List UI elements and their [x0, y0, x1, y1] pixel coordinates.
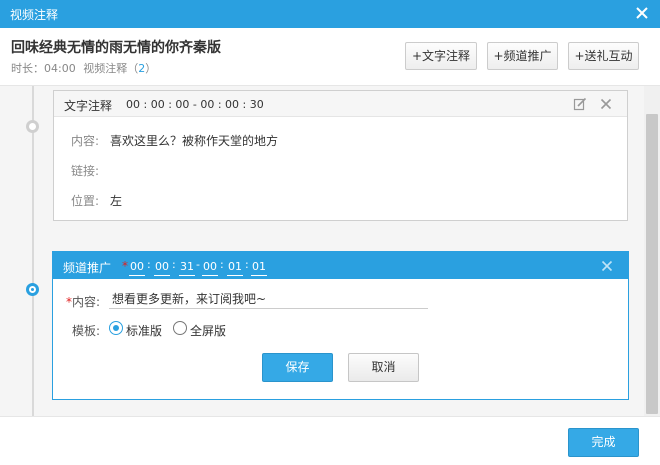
template-label: 模板: [72, 324, 101, 338]
timeline-line [32, 86, 34, 416]
content-label: 内容: [71, 134, 100, 148]
duration-value: 04:00 [44, 62, 76, 75]
duration-label: 时长： [11, 62, 44, 75]
add-gift-interact-button[interactable]: +送礼互动 [568, 42, 639, 70]
end-hour-input[interactable]: 00 [202, 258, 218, 276]
start-minute-input[interactable]: 00 [154, 258, 170, 276]
time-colon: : [172, 258, 176, 271]
link-label: 链接: [71, 164, 100, 178]
annotation-count-close: ） [145, 62, 157, 75]
close-card-icon[interactable] [601, 260, 613, 272]
video-meta: 时长：04:00 视频注释（2） [11, 60, 156, 76]
card-time-range: 00 : 00 : 00 - 00 : 00 : 30 [126, 98, 264, 111]
edit-icon[interactable] [573, 97, 587, 111]
dialog-title: 视频注释 [10, 8, 59, 22]
content-row: 内容: 喜欢这里么？被称作天堂的地方 [71, 132, 278, 149]
start-hour-input[interactable]: 00 [129, 258, 145, 276]
content-value: 喜欢这里么？被称作天堂的地方 [110, 134, 279, 148]
timeline-dot-inactive [26, 120, 39, 133]
channel-promo-card: 频道推广 * 00 : 00 : 31 - 00 : 01 : 01 *内容: … [52, 251, 629, 400]
scrollbar-track[interactable] [644, 86, 660, 416]
annotation-list: 文字注释 00 : 00 : 00 - 00 : 00 : 30 内容: 喜欢这里… [0, 86, 660, 416]
card-header-active: 频道推广 * 00 : 00 : 31 - 00 : 01 : 01 [53, 252, 628, 279]
required-mark: * [122, 259, 128, 273]
time-colon: : [147, 258, 151, 271]
template-standard-label[interactable]: 标准版 [126, 322, 162, 339]
video-title: 回味经典无情的雨无情的你齐秦版 [11, 40, 221, 56]
save-button[interactable]: 保存 [262, 353, 333, 382]
scrollbar-thumb[interactable] [646, 114, 658, 414]
time-dash: - [196, 258, 200, 271]
close-icon[interactable] [634, 5, 650, 21]
link-row: 链接: [71, 162, 110, 179]
start-second-input[interactable]: 31 [179, 258, 195, 276]
time-colon: : [220, 258, 224, 271]
dialog-footer: 完成 [0, 416, 660, 465]
end-second-input[interactable]: 01 [251, 258, 267, 276]
dialog-header: 回味经典无情的雨无情的你齐秦版 时长：04:00 视频注释（2） +文字注释 +… [0, 28, 660, 86]
cancel-button[interactable]: 取消 [348, 353, 419, 382]
position-value: 左 [110, 194, 123, 208]
add-text-annotation-button[interactable]: +文字注释 [405, 42, 477, 70]
card-type-label: 频道推广 [63, 261, 112, 275]
position-label: 位置: [71, 194, 100, 208]
template-fullscreen-radio[interactable] [173, 321, 187, 335]
delete-icon[interactable] [600, 98, 612, 110]
card-header: 文字注释 00 : 00 : 00 - 00 : 00 : 30 [54, 91, 627, 117]
card-type-label: 文字注释 [64, 99, 113, 113]
position-row: 位置: 左 [71, 192, 122, 209]
template-standard-radio[interactable] [109, 321, 123, 335]
content-label-text: 内容: [72, 295, 101, 309]
add-channel-promo-button[interactable]: +频道推广 [487, 42, 558, 70]
timeline-dot-active [26, 283, 39, 296]
template-fullscreen-label[interactable]: 全屏版 [190, 322, 226, 339]
time-colon: : [245, 258, 249, 271]
content-field-label: *内容: [66, 293, 100, 310]
end-minute-input[interactable]: 01 [227, 258, 243, 276]
annotation-count-label: 视频注释（ [83, 62, 139, 75]
done-button[interactable]: 完成 [568, 428, 639, 457]
text-annotation-card: 文字注释 00 : 00 : 00 - 00 : 00 : 30 内容: 喜欢这里… [53, 90, 628, 221]
dialog-titlebar: 视频注释 [0, 0, 660, 28]
content-input[interactable] [109, 289, 428, 309]
